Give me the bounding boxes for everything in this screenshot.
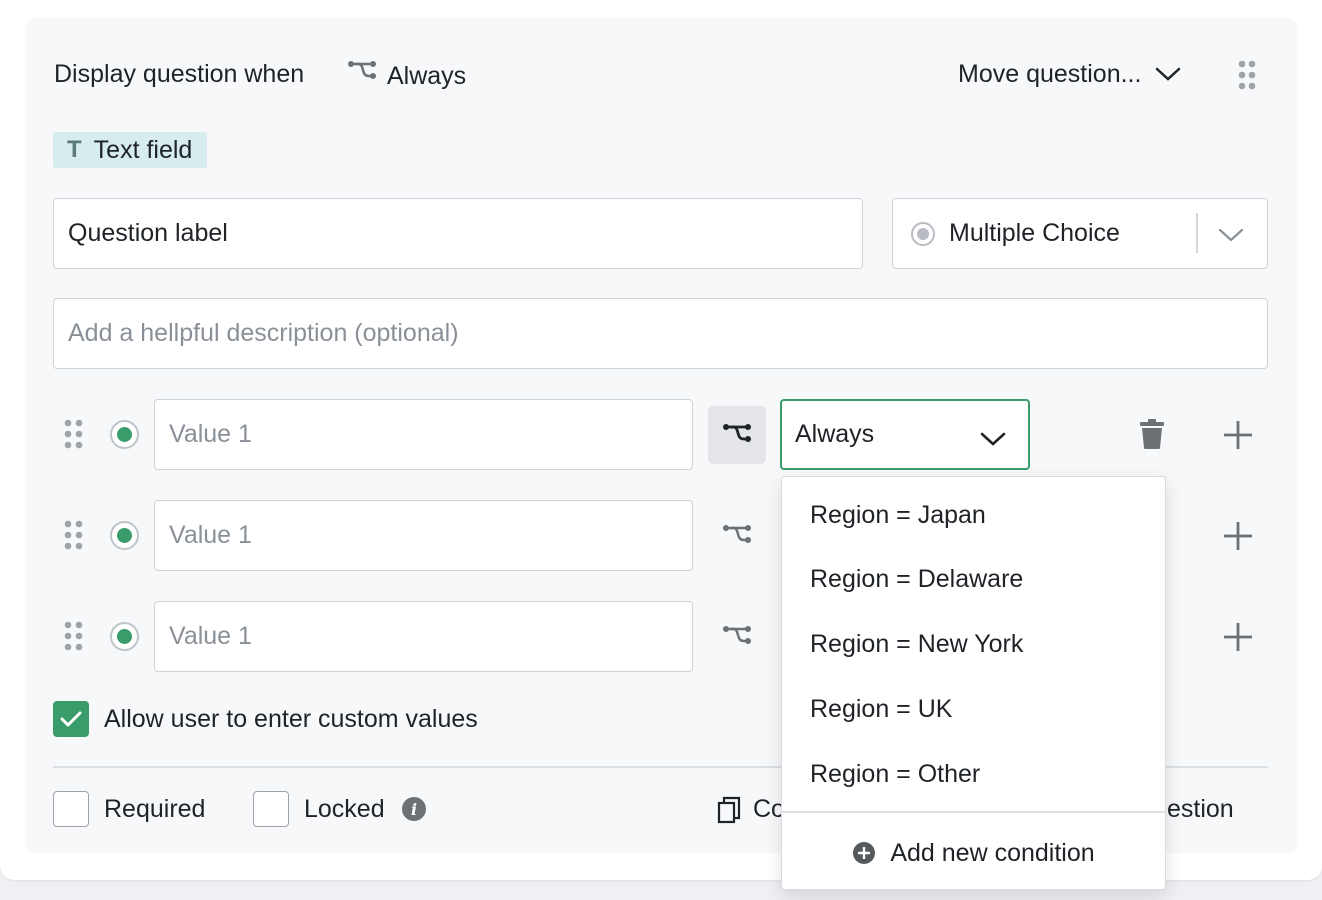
add-option-icon[interactable] xyxy=(1222,419,1254,456)
select-divider xyxy=(1196,213,1198,253)
question-label-input[interactable]: Question label xyxy=(53,198,863,269)
move-question-dropdown[interactable]: Move question... xyxy=(958,60,1181,89)
copy-icon xyxy=(717,796,741,823)
option-condition-select[interactable]: Always xyxy=(780,399,1030,470)
condition-option[interactable]: Region = Other xyxy=(782,744,1165,804)
copy-question-button[interactable]: Co xyxy=(717,795,785,824)
plus-circle-icon xyxy=(853,842,876,864)
add-new-condition-button[interactable]: Add new condition xyxy=(782,823,1165,883)
chevron-down-icon xyxy=(980,425,1006,454)
text-type-icon: T xyxy=(67,136,82,163)
answer-type-value: Multiple Choice xyxy=(949,219,1120,247)
menu-divider xyxy=(782,811,1165,813)
condition-dropdown-menu: Region = Japan Region = Delaware Region … xyxy=(781,476,1166,890)
delete-question-button[interactable]: estion xyxy=(1167,795,1234,824)
option-drag-handle-icon[interactable] xyxy=(64,519,84,556)
trash-icon[interactable] xyxy=(1139,418,1165,455)
branch-icon xyxy=(723,525,751,543)
option-radio[interactable] xyxy=(110,420,139,449)
question-type-label: Text field xyxy=(93,135,193,164)
answer-type-select[interactable]: Multiple Choice xyxy=(892,198,1268,269)
chevron-down-icon xyxy=(1218,221,1244,250)
option-logic-button[interactable] xyxy=(708,507,766,565)
option-value-input[interactable]: Value 1 xyxy=(154,399,693,470)
radio-type-icon xyxy=(911,221,935,246)
question-type-chip: T Text field xyxy=(53,132,208,168)
option-condition-value: Always xyxy=(795,420,875,448)
branch-icon xyxy=(347,60,377,93)
required-checkbox[interactable] xyxy=(53,791,89,827)
custom-values-checkbox[interactable] xyxy=(53,701,89,737)
chevron-down-icon xyxy=(1155,60,1181,89)
option-drag-handle-icon[interactable] xyxy=(64,418,84,455)
condition-option[interactable]: Region = Delaware xyxy=(782,549,1165,609)
move-question-label: Move question... xyxy=(958,60,1142,88)
display-when-label: Display question when xyxy=(54,60,305,88)
option-radio[interactable] xyxy=(110,622,139,651)
description-input[interactable]: Add a hellpful description (optional) xyxy=(53,298,1268,369)
option-logic-button[interactable] xyxy=(708,608,766,666)
option-value-input[interactable]: Value 1 xyxy=(154,500,693,571)
add-option-icon[interactable] xyxy=(1222,520,1254,557)
locked-checkbox[interactable] xyxy=(253,791,289,827)
option-drag-handle-icon[interactable] xyxy=(64,620,84,657)
option-radio[interactable] xyxy=(110,521,139,550)
option-value-input[interactable]: Value 1 xyxy=(154,601,693,672)
condition-option[interactable]: Region = UK xyxy=(782,679,1165,739)
condition-option[interactable]: Region = Japan xyxy=(782,485,1165,545)
custom-values-label: Allow user to enter custom values xyxy=(104,705,478,733)
add-option-icon[interactable] xyxy=(1222,621,1254,658)
branch-icon xyxy=(723,424,751,442)
checkmark-icon xyxy=(60,711,82,727)
info-icon[interactable]: i xyxy=(402,797,426,821)
condition-option[interactable]: Region = New York xyxy=(782,614,1165,674)
drag-handle-icon[interactable] xyxy=(1237,59,1257,96)
locked-label: Locked xyxy=(304,795,385,823)
required-label: Required xyxy=(104,795,206,823)
option-logic-button[interactable] xyxy=(708,406,766,464)
branch-icon xyxy=(723,626,751,644)
display-condition-value: Always xyxy=(387,62,467,90)
add-new-condition-label: Add new condition xyxy=(890,838,1095,867)
display-condition-button[interactable]: Always xyxy=(347,60,466,93)
